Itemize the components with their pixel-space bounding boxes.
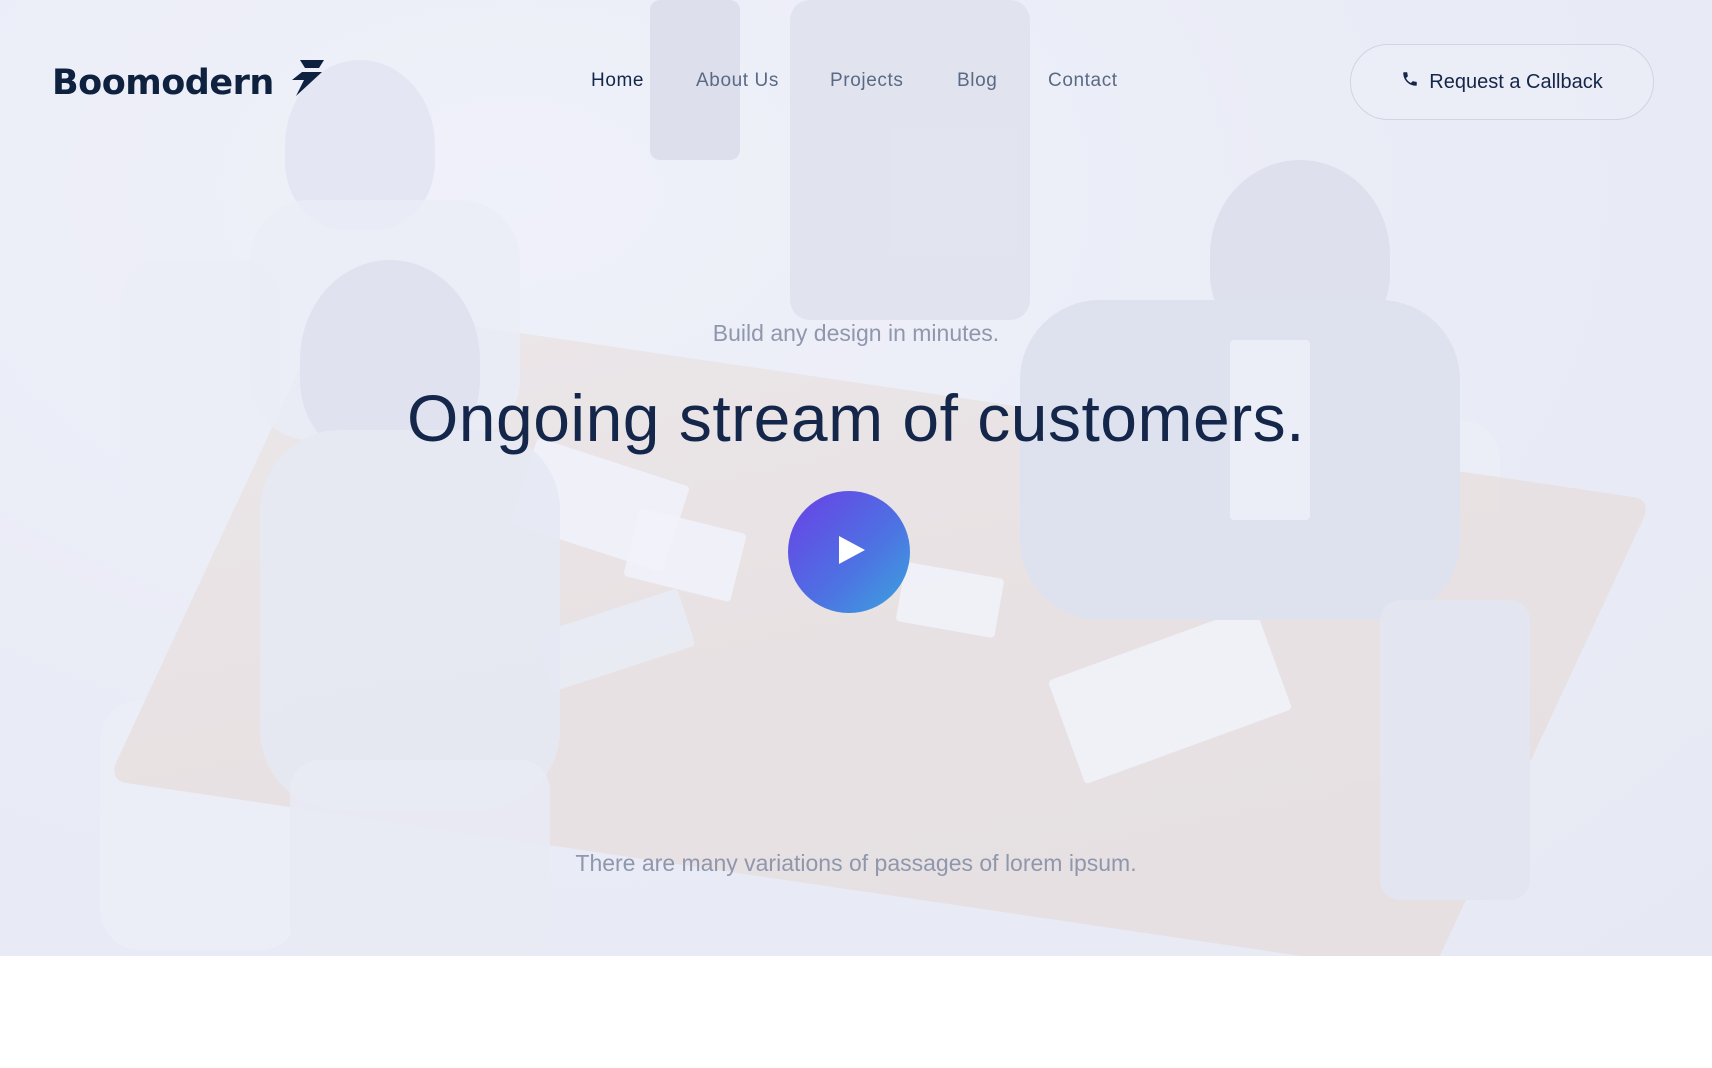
hero-section: Boomodern Home About Us Projects Blog Co… — [0, 0, 1712, 956]
hero-tagline: Build any design in minutes. — [712, 320, 1000, 346]
nav-item-projects[interactable]: Projects — [830, 70, 903, 92]
nav-item-contact[interactable]: Contact — [1048, 70, 1118, 92]
hero-subtext: There are many variations of passages of… — [575, 850, 1137, 876]
play-video-button[interactable] — [788, 491, 910, 613]
nav-item-home[interactable]: Home — [591, 70, 644, 92]
background-photo — [0, 0, 1712, 956]
nav-item-about-us[interactable]: About Us — [696, 70, 779, 92]
play-icon — [833, 535, 865, 569]
callback-label: Request a Callback — [1429, 70, 1603, 93]
request-callback-button[interactable]: Request a Callback — [1350, 44, 1654, 120]
hero-headline: Ongoing stream of customers. — [406, 381, 1306, 455]
nav-item-blog[interactable]: Blog — [957, 70, 997, 92]
phone-icon — [1401, 70, 1419, 94]
